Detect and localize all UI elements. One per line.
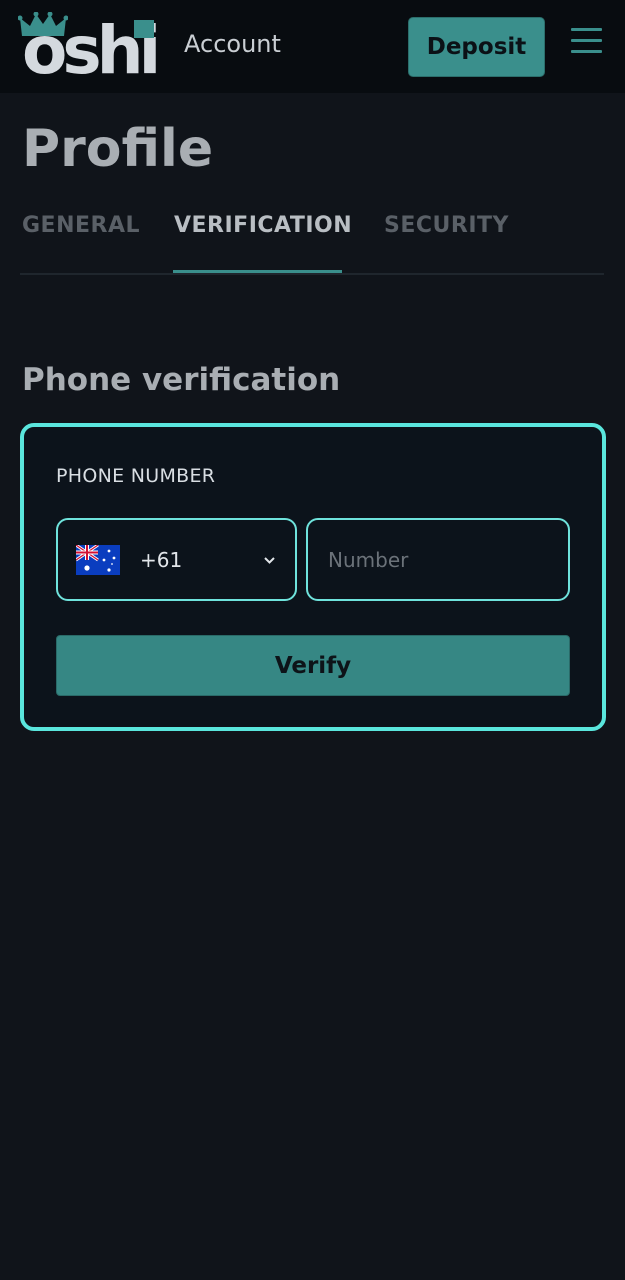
tab-verification[interactable]: VERIFICATION bbox=[174, 213, 352, 239]
header-title: Account bbox=[184, 30, 281, 58]
tab-security[interactable]: SECURITY bbox=[384, 213, 509, 239]
page-title: Profile bbox=[22, 119, 214, 179]
hamburger-menu-icon[interactable] bbox=[571, 28, 602, 54]
tab-general[interactable]: GENERAL bbox=[22, 213, 140, 239]
phone-verification-card: PHONE NUMBER +61 Verify bbox=[20, 423, 606, 731]
deposit-button[interactable]: Deposit bbox=[408, 17, 545, 77]
verify-button[interactable]: Verify bbox=[56, 635, 570, 696]
country-code-select[interactable]: +61 bbox=[56, 518, 297, 601]
section-title-phone-verification: Phone verification bbox=[22, 362, 341, 398]
phone-number-label: PHONE NUMBER bbox=[56, 465, 216, 487]
profile-tabs: GENERAL VERIFICATION SECURITY bbox=[20, 205, 604, 275]
logo-i-dot bbox=[134, 20, 154, 38]
phone-number-input[interactable] bbox=[306, 518, 570, 601]
chevron-down-icon bbox=[264, 557, 275, 564]
australia-flag-icon bbox=[76, 545, 120, 575]
oshi-logo[interactable]: oshi bbox=[18, 12, 161, 84]
country-code-value: +61 bbox=[140, 548, 183, 572]
active-tab-indicator bbox=[173, 270, 342, 273]
top-header: oshi Account Deposit bbox=[0, 0, 625, 93]
